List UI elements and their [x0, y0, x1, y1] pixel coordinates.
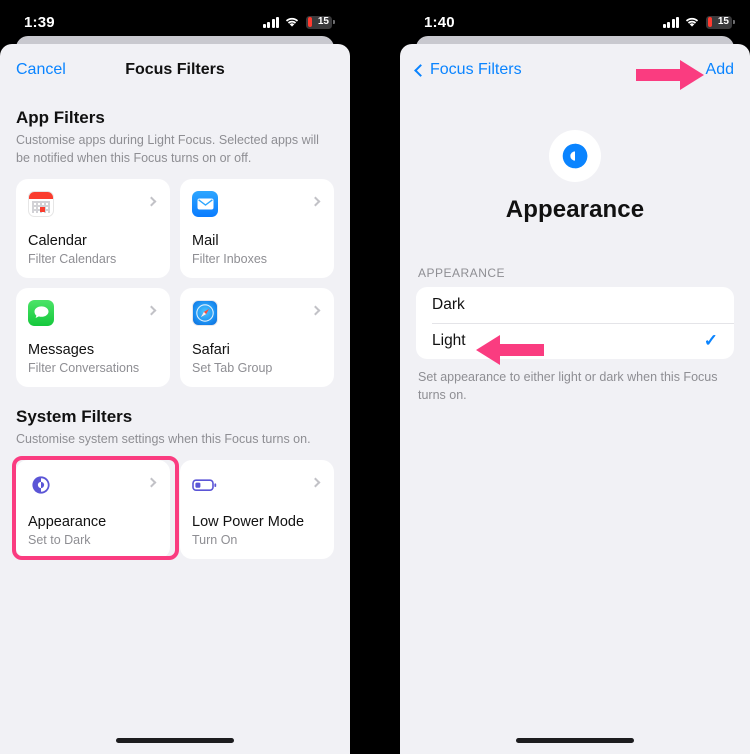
- card-title: Calendar: [28, 233, 87, 250]
- wifi-icon: [284, 16, 300, 28]
- appearance-title: Appearance: [505, 196, 645, 223]
- right-phone-screenshot: 1:40 15 Focus Filters Add Appearance APP…: [400, 0, 750, 754]
- status-time: 1:40: [424, 13, 455, 31]
- home-indicator: [116, 738, 234, 743]
- chevron-right-icon: [146, 477, 157, 488]
- back-button-label: Focus Filters: [430, 61, 522, 78]
- card-title: Mail: [192, 233, 219, 250]
- status-indicators: 15: [662, 15, 735, 29]
- screenshot-stage: 1:39 15 Cancel Focus Filters App Filters: [0, 0, 750, 754]
- left-phone-screenshot: 1:39 15 Cancel Focus Filters App Filters: [0, 0, 350, 754]
- appearance-sheet: Focus Filters Add Appearance APPEARANCE …: [400, 44, 750, 754]
- chevron-left-icon: [414, 63, 427, 77]
- card-title: Appearance: [28, 514, 107, 531]
- app-filters-grid: Calendar Filter Calendars Mail Filter In…: [16, 179, 334, 388]
- app-filter-card-calendar[interactable]: Calendar Filter Calendars: [16, 179, 170, 279]
- appearance-options-list: Dark Light ✓: [416, 287, 734, 359]
- app-filters-description: Customise apps during Light Focus. Selec…: [16, 133, 319, 166]
- card-subtitle: Filter Conversations: [28, 361, 140, 376]
- add-button[interactable]: Add: [706, 61, 734, 79]
- status-time: 1:39: [24, 13, 55, 31]
- appearance-group-label: APPEARANCE: [418, 266, 506, 280]
- system-filters-description: Customise system settings when this Focu…: [16, 432, 311, 447]
- battery-icon: 15: [306, 15, 335, 29]
- system-filters-heading: System Filters: [16, 407, 133, 427]
- card-title: Safari: [192, 342, 230, 359]
- appearance-icon: [28, 472, 54, 498]
- card-title: Low Power Mode: [192, 514, 305, 531]
- battery-icon: 15: [706, 15, 735, 29]
- card-subtitle: Set to Dark: [28, 533, 91, 548]
- system-filter-card-appearance[interactable]: Appearance Set to Dark: [16, 460, 170, 560]
- chevron-right-icon: [146, 196, 157, 207]
- app-filter-card-messages[interactable]: Messages Filter Conversations: [16, 288, 170, 388]
- checkmark-icon: ✓: [703, 331, 718, 350]
- chevron-right-icon: [310, 196, 321, 207]
- back-button[interactable]: Focus Filters: [414, 61, 522, 79]
- calendar-app-icon: [28, 191, 54, 218]
- app-filter-card-safari[interactable]: Safari Set Tab Group: [180, 288, 334, 388]
- card-subtitle: Filter Inboxes: [192, 252, 268, 267]
- chevron-right-icon: [310, 305, 321, 316]
- battery-percent: 15: [717, 16, 729, 27]
- cellular-bars-icon: [662, 16, 679, 28]
- cancel-button[interactable]: Cancel: [16, 61, 66, 79]
- card-subtitle: Set Tab Group: [192, 361, 273, 376]
- mail-app-icon: [192, 191, 218, 218]
- low-power-mode-icon: [192, 472, 218, 498]
- option-row-dark[interactable]: Dark: [416, 287, 734, 323]
- app-filters-heading: App Filters: [16, 108, 105, 127]
- appearance-icon: [549, 130, 601, 182]
- app-filter-card-mail[interactable]: Mail Filter Inboxes: [180, 179, 334, 279]
- card-title: Messages: [28, 342, 95, 359]
- card-subtitle: Filter Calendars: [28, 252, 117, 267]
- chevron-right-icon: [310, 477, 321, 488]
- chevron-right-icon: [146, 305, 157, 316]
- focus-filters-sheet: Cancel Focus Filters App Filters Customi…: [0, 44, 350, 754]
- status-indicators: 15: [262, 15, 335, 29]
- messages-app-icon: [28, 300, 54, 327]
- appearance-hero: Appearance: [400, 130, 750, 224]
- arrow-to-light-annotation: [476, 335, 544, 365]
- system-filter-card-low-power-mode[interactable]: Low Power Mode Turn On: [180, 460, 334, 560]
- home-indicator: [516, 738, 634, 743]
- wifi-icon: [684, 16, 700, 28]
- option-label: Dark: [432, 296, 465, 313]
- option-label: Light: [432, 332, 466, 349]
- appearance-footnote: Set appearance to either light or dark w…: [418, 370, 718, 403]
- left-content: App Filters Customise apps during Light …: [0, 108, 350, 561]
- battery-percent: 15: [317, 16, 329, 27]
- option-row-light[interactable]: Light ✓: [416, 323, 734, 359]
- card-subtitle: Turn On: [192, 533, 238, 548]
- arrow-to-add-annotation: [636, 60, 704, 90]
- cellular-bars-icon: [262, 16, 279, 28]
- safari-app-icon: [192, 300, 218, 327]
- left-nav-bar: Cancel Focus Filters: [0, 44, 350, 96]
- system-filters-grid: Appearance Set to Dark Low Power Mode Tu…: [12, 456, 334, 561]
